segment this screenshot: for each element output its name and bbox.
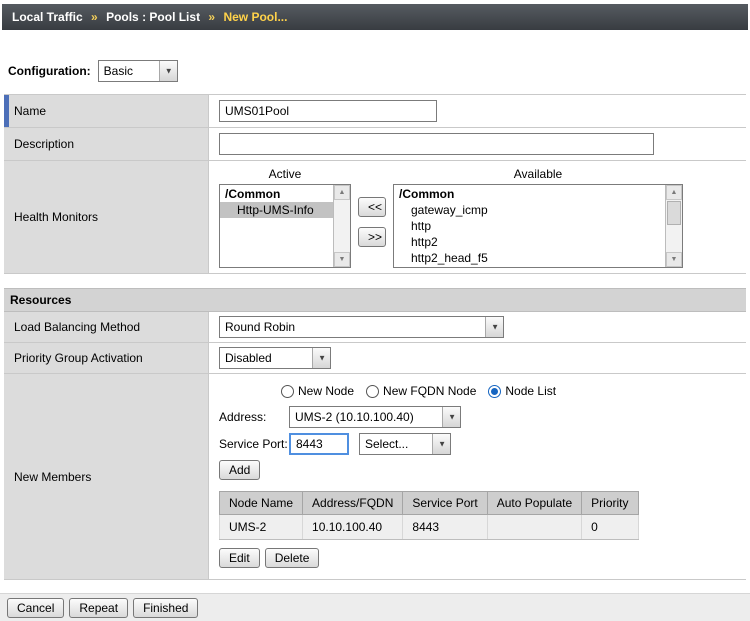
priority-group-activation-select[interactable]: Disabled — [219, 347, 331, 369]
column-header-node-name: Node Name — [220, 492, 303, 515]
description-label: Description — [14, 137, 74, 151]
available-monitors-listbox[interactable]: /Common gateway_icmp http http2 http2_he… — [393, 184, 683, 268]
new-fqdn-node-radio-label[interactable]: New FQDN Node — [383, 384, 476, 398]
delete-member-button[interactable]: Delete — [265, 548, 320, 568]
resources-form: Load Balancing Method Round Robin Priori… — [4, 312, 746, 580]
configuration-select[interactable]: Basic — [98, 60, 178, 82]
configuration-select-wrap: Basic — [98, 60, 178, 82]
load-balancing-method-select[interactable]: Round Robin — [219, 316, 504, 338]
available-monitor-item[interactable]: gateway_icmp — [394, 202, 665, 218]
load-balancing-method-row: Load Balancing Method Round Robin — [4, 312, 746, 343]
name-label: Name — [14, 104, 46, 118]
service-port-select[interactable]: Select... — [359, 433, 451, 455]
active-listbox-scrollbar[interactable]: ▲ ▼ — [333, 185, 350, 267]
partition-group-label: /Common — [394, 186, 665, 202]
configuration-row: Configuration: Basic — [8, 60, 750, 82]
member-node-name: UMS-2 — [220, 515, 303, 540]
priority-group-activation-label: Priority Group Activation — [14, 351, 143, 365]
node-list-radio[interactable] — [488, 385, 501, 398]
cancel-button[interactable]: Cancel — [7, 598, 64, 618]
node-list-radio-label[interactable]: Node List — [505, 384, 556, 398]
general-properties-form: Name Description Health Monitors Active … — [4, 94, 746, 274]
address-select-wrap: UMS-2 (10.10.100.40) — [289, 406, 461, 428]
add-member-button[interactable]: Add — [219, 460, 260, 480]
scrollbar-track[interactable] — [666, 226, 682, 252]
member-priority: 0 — [582, 515, 638, 540]
active-monitor-item[interactable]: Http-UMS-Info — [220, 202, 333, 218]
available-listbox-scrollbar[interactable]: ▲ ▼ — [665, 185, 682, 267]
priority-group-activation-select-wrap: Disabled — [219, 347, 331, 369]
load-balancing-method-select-wrap: Round Robin — [219, 316, 504, 338]
member-service-port: 8443 — [403, 515, 487, 540]
scroll-up-icon[interactable]: ▲ — [334, 185, 350, 200]
configuration-label: Configuration: — [8, 64, 91, 78]
new-members-label-cell: New Members — [4, 374, 209, 579]
new-node-radio[interactable] — [281, 385, 294, 398]
new-node-radio-label[interactable]: New Node — [298, 384, 354, 398]
repeat-button[interactable]: Repeat — [69, 598, 128, 618]
members-table-header-row: Node Name Address/FQDN Service Port Auto… — [220, 492, 639, 515]
active-monitors-listbox[interactable]: /Common Http-UMS-Info ▲ ▼ — [219, 184, 351, 268]
name-input[interactable] — [219, 100, 437, 122]
move-to-available-button[interactable]: >> — [358, 227, 386, 247]
scroll-up-icon[interactable]: ▲ — [666, 185, 682, 200]
load-balancing-method-label-cell: Load Balancing Method — [4, 312, 209, 342]
finished-button[interactable]: Finished — [133, 598, 198, 618]
health-monitors-row: Health Monitors Active /Common Http-UMS-… — [4, 161, 746, 274]
priority-group-activation-row: Priority Group Activation Disabled — [4, 343, 746, 374]
health-monitors-label: Health Monitors — [14, 210, 98, 224]
address-label: Address: — [219, 410, 289, 424]
breadcrumb: Local Traffic » Pools : Pool List » New … — [2, 4, 748, 30]
scroll-down-icon[interactable]: ▼ — [334, 252, 350, 267]
load-balancing-method-label: Load Balancing Method — [14, 320, 140, 334]
priority-group-activation-label-cell: Priority Group Activation — [4, 343, 209, 373]
members-table-row[interactable]: UMS-2 10.10.100.40 8443 0 — [220, 515, 639, 540]
name-row: Name — [4, 95, 746, 128]
breadcrumb-item-local-traffic[interactable]: Local Traffic — [12, 10, 83, 24]
new-members-row: New Members New Node New FQDN Node Node … — [4, 374, 746, 580]
resources-section-title: Resources — [4, 288, 746, 312]
address-select[interactable]: UMS-2 (10.10.100.40) — [289, 406, 461, 428]
breadcrumb-separator-icon: » — [208, 10, 215, 24]
node-type-radio-group: New Node New FQDN Node Node List — [281, 384, 568, 398]
move-to-active-button[interactable]: << — [358, 197, 386, 217]
new-fqdn-node-radio[interactable] — [366, 385, 379, 398]
available-monitor-item[interactable]: http2_head_f5 — [394, 250, 665, 266]
partition-group-label: /Common — [220, 186, 333, 202]
active-monitors-title: Active — [219, 167, 351, 181]
service-port-input[interactable] — [289, 433, 349, 455]
available-monitors-title: Available — [393, 167, 683, 181]
new-members-label: New Members — [14, 470, 91, 484]
service-port-select-wrap: Select... — [359, 433, 451, 455]
available-monitor-item[interactable]: http — [394, 218, 665, 234]
description-label-cell: Description — [4, 128, 209, 160]
service-port-label: Service Port: — [219, 437, 289, 451]
member-auto-populate — [487, 515, 581, 540]
column-header-auto-populate: Auto Populate — [487, 492, 581, 515]
scroll-down-icon[interactable]: ▼ — [666, 252, 682, 267]
member-address: 10.10.100.40 — [303, 515, 403, 540]
name-label-cell: Name — [4, 95, 209, 127]
edit-member-button[interactable]: Edit — [219, 548, 260, 568]
description-input[interactable] — [219, 133, 654, 155]
scrollbar-track[interactable] — [334, 200, 350, 252]
column-header-service-port: Service Port — [403, 492, 487, 515]
available-monitor-item[interactable]: http2 — [394, 234, 665, 250]
members-table: Node Name Address/FQDN Service Port Auto… — [219, 491, 639, 540]
breadcrumb-item-new-pool: New Pool... — [223, 10, 287, 24]
description-row: Description — [4, 128, 746, 161]
breadcrumb-item-pool-list[interactable]: Pools : Pool List — [106, 10, 200, 24]
scrollbar-thumb[interactable] — [667, 201, 681, 225]
column-header-priority: Priority — [582, 492, 638, 515]
breadcrumb-separator-icon: » — [91, 10, 98, 24]
health-monitors-label-cell: Health Monitors — [4, 161, 209, 273]
column-header-address-fqdn: Address/FQDN — [303, 492, 403, 515]
